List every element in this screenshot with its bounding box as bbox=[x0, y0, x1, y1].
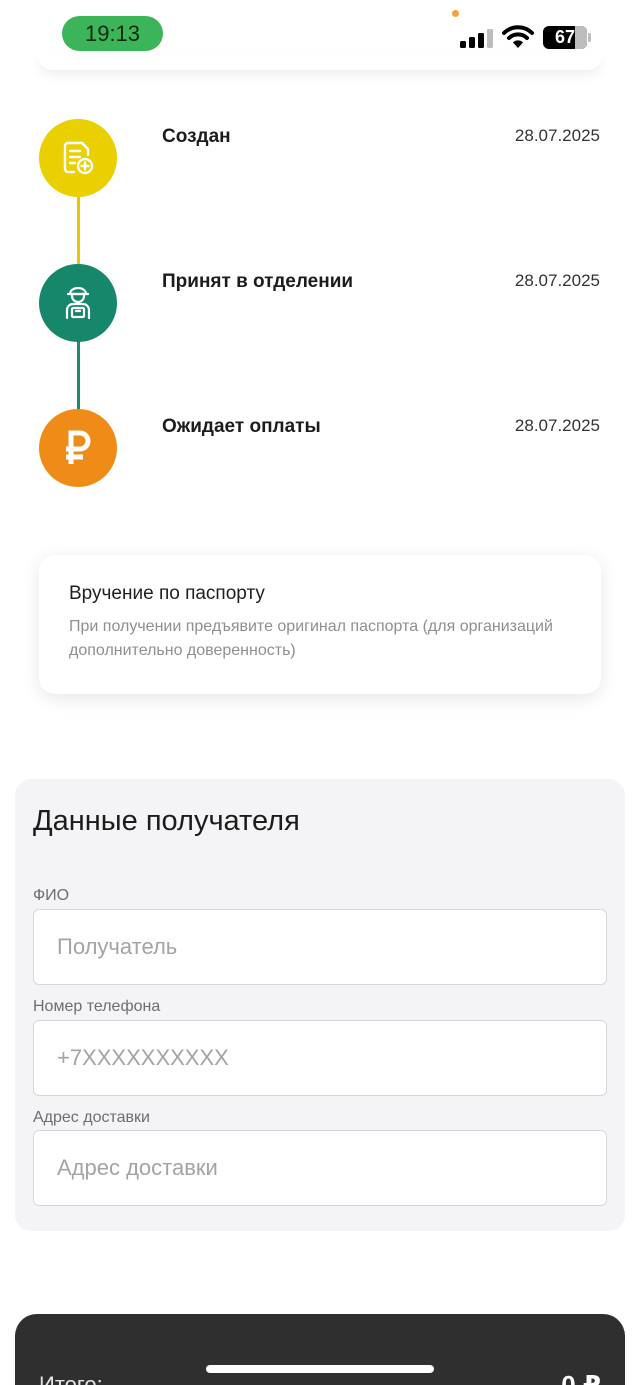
timeline-date-accepted: 28.07.2025 bbox=[514, 271, 600, 290]
delivery-address-label: Адрес доставки bbox=[33, 1109, 150, 1126]
timeline-connector bbox=[77, 340, 80, 420]
timeline-date-awaiting-payment: 28.07.2025 bbox=[514, 416, 600, 435]
ruble-icon bbox=[39, 409, 117, 487]
signal-icon bbox=[460, 28, 494, 48]
wifi-icon bbox=[502, 24, 534, 50]
timeline-title-awaiting-payment: Ожидает оплаты bbox=[162, 416, 321, 437]
recipient-section-title: Данные получателя bbox=[33, 805, 300, 837]
passport-card-description: При получении предъявите оригинал паспор… bbox=[69, 618, 553, 659]
passport-delivery-card: Вручение по паспорту При получении предъ… bbox=[39, 555, 601, 694]
timeline-title-created: Создан bbox=[162, 126, 231, 147]
passport-card-title: Вручение по паспорту bbox=[69, 583, 265, 604]
phone-label: Номер телефона bbox=[33, 998, 161, 1015]
recipient-data-section: Данные получателя ФИО Номер телефона Адр… bbox=[15, 779, 625, 1231]
postal-worker-icon bbox=[39, 264, 117, 342]
timeline-date-created: 28.07.2025 bbox=[514, 126, 600, 145]
timeline-connector bbox=[77, 195, 80, 275]
total-value: 0 ₽ bbox=[561, 1370, 601, 1385]
battery-icon: 67 bbox=[543, 26, 587, 49]
battery-level: 67 bbox=[554, 27, 576, 47]
document-add-icon bbox=[39, 119, 117, 197]
status-time[interactable]: 19:13 bbox=[62, 16, 163, 51]
phone-input[interactable] bbox=[33, 1020, 607, 1096]
total-bottom-sheet[interactable]: Итого: 0 ₽ bbox=[15, 1314, 625, 1385]
full-name-label: ФИО bbox=[33, 887, 70, 904]
full-name-input[interactable] bbox=[33, 909, 607, 985]
timeline-title-accepted: Принят в отделении bbox=[162, 271, 354, 292]
battery-tip bbox=[588, 33, 591, 42]
total-label: Итого: bbox=[39, 1372, 103, 1385]
privacy-indicator-dot bbox=[452, 10, 459, 17]
header-card-edge bbox=[38, 54, 602, 70]
delivery-address-input[interactable] bbox=[33, 1130, 607, 1206]
home-indicator[interactable] bbox=[206, 1365, 434, 1373]
status-timeline: Создан 28.07.2025 Принят в отделении 28.… bbox=[0, 110, 640, 500]
